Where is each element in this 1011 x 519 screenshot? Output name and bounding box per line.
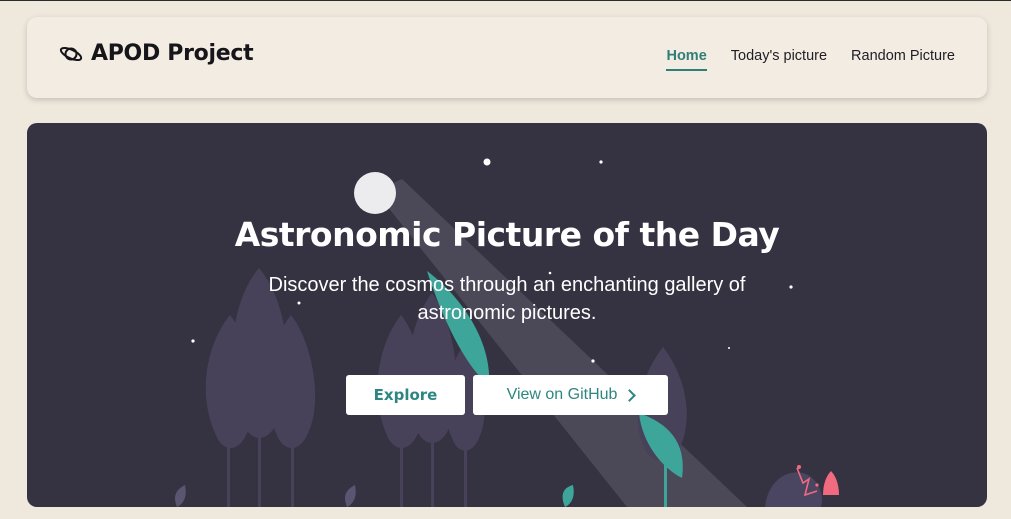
moon	[354, 172, 396, 214]
small-leaf-teal	[562, 485, 574, 507]
navbar: APOD Project Home Today's picture Random…	[27, 17, 987, 98]
nav-random-picture[interactable]: Random Picture	[851, 48, 955, 71]
github-button-label: View on GitHub	[506, 386, 618, 403]
github-button[interactable]: View on GitHub	[473, 375, 668, 415]
hero-title: Astronomic Picture of the Day	[234, 215, 780, 254]
teal-stem	[664, 463, 667, 507]
brand-link[interactable]: APOD Project	[59, 41, 254, 66]
small-leaf-mid	[344, 485, 356, 507]
explore-button[interactable]: Explore	[346, 375, 465, 415]
small-leaf-left	[174, 485, 186, 507]
rocket-scene	[765, 465, 839, 507]
nav-links: Home Today's picture Random Picture	[666, 48, 955, 71]
nav-home[interactable]: Home	[666, 48, 707, 71]
nav-todays-picture[interactable]: Today's picture	[731, 48, 827, 71]
hero-subtitle: Discover the cosmos through an enchantin…	[268, 274, 746, 324]
chevron-right-icon	[623, 389, 637, 402]
hero-section: Astronomic Picture of the Day Discover t…	[27, 123, 987, 507]
brand-name: APOD Project	[91, 41, 254, 66]
planet-icon	[59, 46, 83, 61]
